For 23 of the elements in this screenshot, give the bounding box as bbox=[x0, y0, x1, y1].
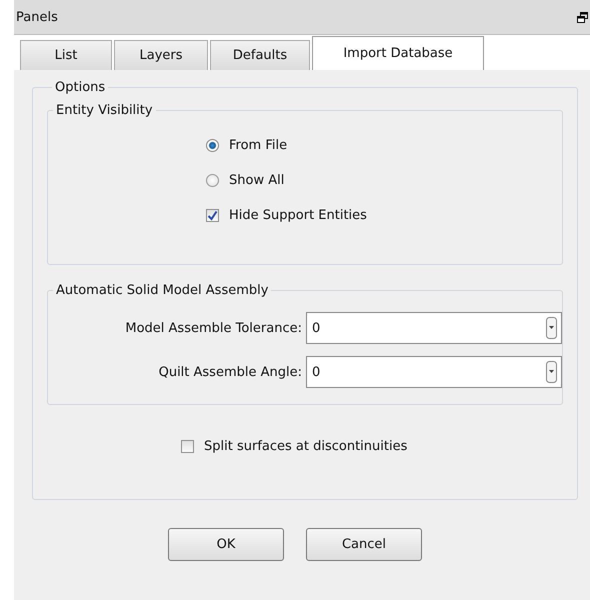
tab[interactable]: Import Database bbox=[312, 36, 484, 70]
window-title: Panels bbox=[16, 10, 58, 24]
checkbox[interactable] bbox=[206, 208, 219, 222]
combo-box[interactable]: 0 bbox=[306, 356, 562, 388]
tab[interactable]: Layers bbox=[114, 40, 208, 70]
group-title: Options bbox=[54, 80, 106, 95]
option-label: Show All bbox=[229, 172, 284, 188]
option-label: From File bbox=[229, 138, 288, 152]
dialog-button[interactable]: Cancel bbox=[306, 528, 422, 561]
radio-button[interactable] bbox=[206, 174, 219, 186]
tab[interactable]: Defaults bbox=[210, 40, 310, 70]
option-label: Split surfaces at discontinuities bbox=[204, 439, 408, 454]
checkbox[interactable] bbox=[181, 440, 194, 453]
field-label: Quilt Assemble Angle: bbox=[158, 364, 302, 380]
group-title: Entity Visibility bbox=[55, 103, 154, 118]
tab[interactable]: List bbox=[20, 40, 112, 70]
dialog-button[interactable]: OK bbox=[168, 528, 284, 561]
radio-button[interactable] bbox=[206, 138, 219, 152]
option-label: Hide Support Entities bbox=[229, 208, 367, 222]
field-label: Model Assemble Tolerance: bbox=[125, 320, 302, 336]
combo-box[interactable]: 0 bbox=[306, 312, 562, 344]
restore-icon[interactable] bbox=[577, 12, 588, 22]
group-title: Automatic Solid Model Assembly bbox=[55, 283, 270, 298]
